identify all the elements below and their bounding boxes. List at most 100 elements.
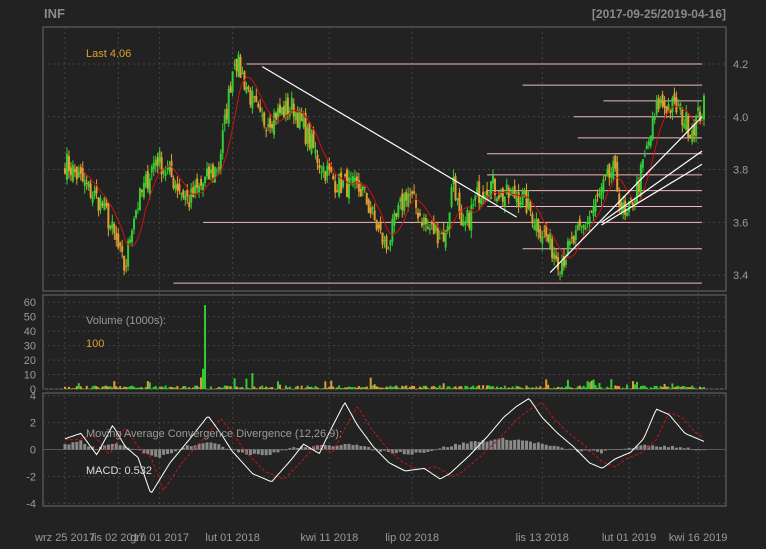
candle-body [135, 210, 137, 218]
volume-bar [154, 386, 157, 389]
macd-histogram-bar [130, 448, 134, 450]
x-tick-label: kwi 16 2019 [669, 532, 728, 544]
volume-bar [547, 384, 550, 389]
volume-bar [142, 388, 145, 390]
candle-body [391, 218, 394, 242]
candle-body [626, 212, 629, 216]
candle-body [411, 191, 414, 194]
volume-bar [527, 387, 530, 389]
volume-bar [97, 387, 100, 389]
macd-histogram-bar [501, 437, 505, 450]
macd-histogram-bar [465, 443, 469, 450]
candle-body [616, 162, 619, 192]
candle-body [549, 232, 552, 249]
volume-bar [507, 387, 510, 389]
x-tick-label: lis 13 2018 [516, 532, 569, 544]
candle-body [235, 58, 238, 72]
volume-bar [231, 388, 234, 390]
candle-body [464, 221, 467, 225]
macd-histogram-bar [426, 449, 430, 453]
candle-body [596, 193, 599, 197]
volume-bar [618, 386, 621, 389]
volume-bar [71, 388, 74, 389]
volume-bar [361, 387, 364, 389]
macd-histogram-bar [556, 446, 560, 450]
candle-body [551, 238, 554, 258]
candle-body [113, 224, 116, 233]
macd-histogram-bar [327, 445, 331, 450]
volume-bar [144, 386, 147, 389]
candle-body [105, 203, 108, 207]
candle-body [685, 112, 688, 131]
candle-body [251, 91, 254, 109]
volume-bar [369, 377, 372, 389]
volume-bar [438, 385, 441, 389]
candle-body [486, 189, 489, 195]
macd-histogram-bar [359, 446, 363, 450]
volume-bar [409, 386, 412, 389]
volume-bar [385, 386, 388, 389]
volume-bar [659, 386, 662, 389]
macd-histogram-bar [659, 446, 663, 450]
volume-bar [683, 386, 686, 389]
volume-bar [75, 386, 78, 389]
candle-body [363, 187, 366, 189]
volume-bar [278, 384, 281, 389]
volume-bar [117, 387, 120, 389]
volume-bar [85, 385, 88, 389]
volume-bar [466, 386, 469, 389]
candle-body [643, 155, 646, 157]
candle-body [495, 198, 498, 202]
volume-bar [265, 386, 268, 389]
candle-body [316, 154, 319, 164]
volume-bar [387, 387, 390, 389]
volume-bar [121, 388, 124, 389]
macd-histogram-bar [95, 449, 99, 451]
symbol-title: INF [44, 6, 65, 21]
macd-histogram-bar [536, 442, 540, 450]
volume-bar [64, 386, 66, 389]
volume-bar [588, 382, 591, 389]
volume-bar [349, 387, 352, 389]
candle-body [87, 181, 90, 188]
volume-bar [251, 373, 254, 389]
candle-body [215, 170, 218, 172]
volume-bar [273, 388, 276, 389]
macd-histogram-bar [339, 445, 343, 450]
macd-tick-label: 4 [30, 391, 36, 403]
macd-tick-label: 0 [30, 445, 36, 457]
candle-body [645, 145, 648, 150]
volume-bar [564, 386, 567, 389]
price-tick-label: 4.2 [733, 59, 748, 71]
candle-body [156, 157, 159, 166]
volume-bar [184, 386, 187, 389]
volume-bar [448, 386, 451, 389]
macd-histogram-bar [379, 449, 383, 452]
macd-histogram-bar [205, 442, 209, 450]
candle-body [239, 56, 242, 78]
volume-bar [209, 386, 212, 389]
macd-histogram-bar [686, 447, 690, 450]
macd-histogram-bar [674, 447, 678, 450]
candle-body [535, 218, 538, 232]
macd-histogram-bar [221, 446, 225, 450]
volume-bar [261, 385, 264, 389]
volume-bar [446, 386, 449, 389]
candle-body [241, 73, 244, 75]
volume-bar [391, 386, 394, 389]
candle-body [194, 184, 197, 194]
volume-bar [553, 387, 556, 389]
volume-bar [689, 387, 692, 389]
candle-body [280, 107, 283, 115]
candle-body [314, 149, 317, 154]
volume-bar [217, 386, 220, 389]
volume-bar [606, 386, 609, 389]
volume-bar [551, 388, 554, 390]
macd-histogram-bar [173, 449, 177, 452]
volume-bar [101, 386, 104, 389]
volume-bar [83, 388, 86, 390]
macd-histogram-bar [457, 444, 461, 450]
candle-body [233, 64, 236, 66]
macd-histogram-bar [702, 449, 706, 451]
macd-histogram-bar [79, 440, 83, 450]
